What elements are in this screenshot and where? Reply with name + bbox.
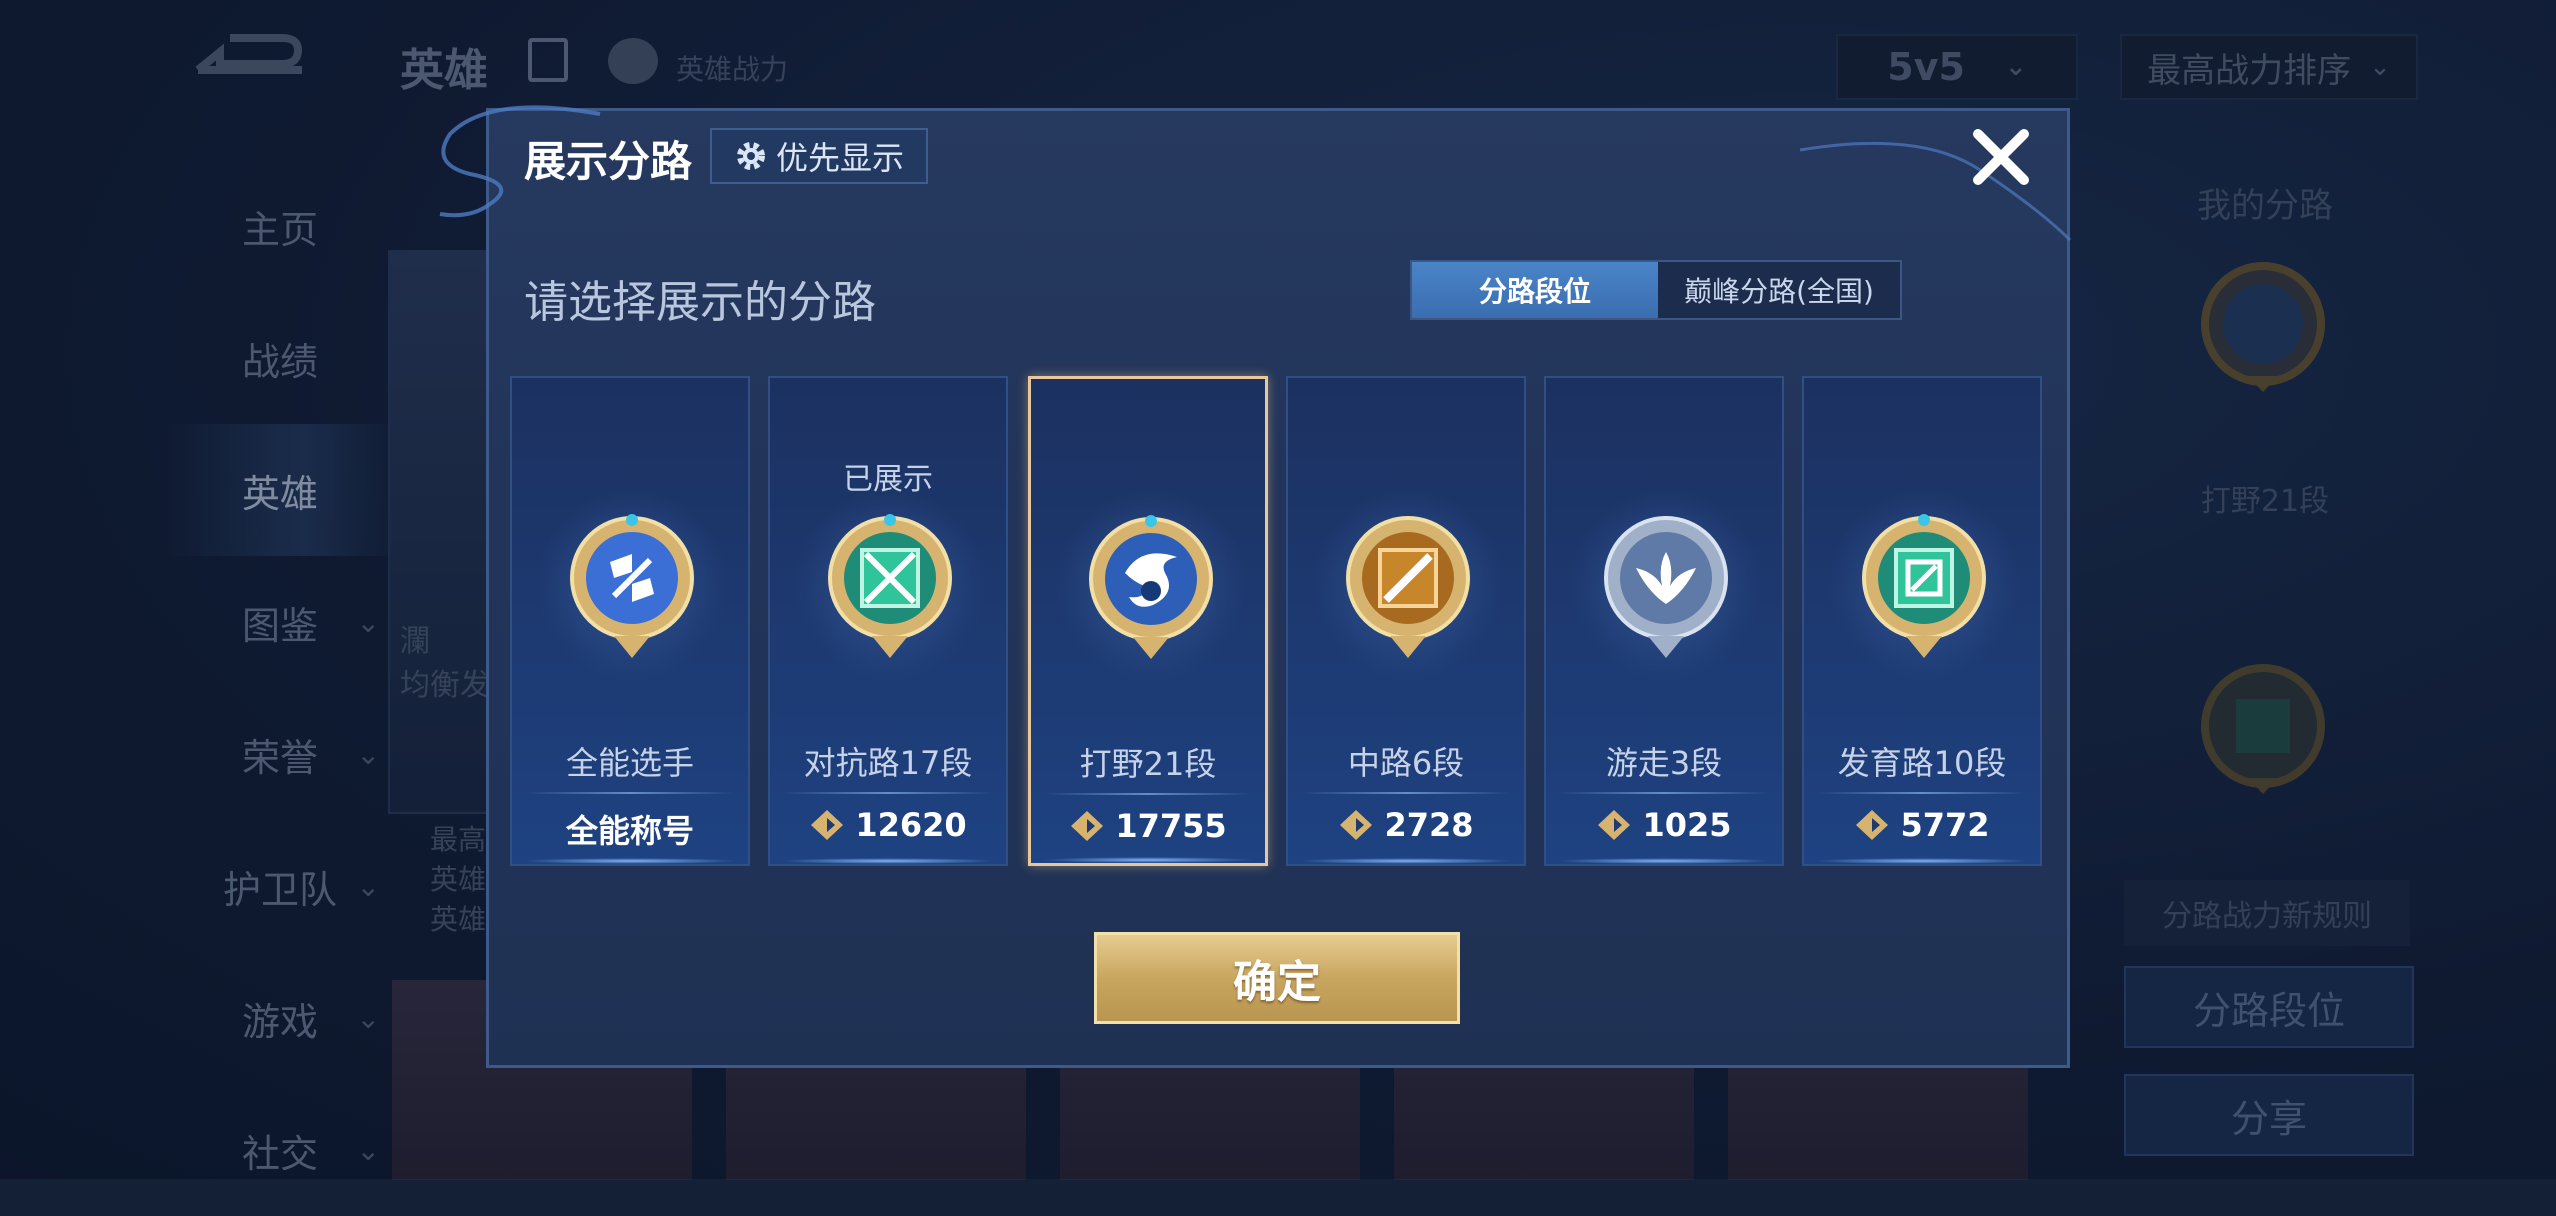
lane-card-score: 全能称号	[512, 806, 748, 852]
priority-display-label: 优先显示	[775, 139, 904, 177]
lane-card-score: 12620	[770, 806, 1006, 844]
lane-card-score: 2728	[1288, 806, 1524, 844]
lane-card-score-value: 全能称号	[565, 812, 694, 850]
divider	[526, 792, 734, 794]
lane-card-name: 全能选手	[565, 744, 694, 782]
lane-power-icon	[1340, 810, 1373, 840]
lane-tab-switch: 分路段位 巅峰分路(全国)	[1410, 260, 1902, 320]
lane-card-clash[interactable]: 已展示 对抗路17段 12620	[768, 376, 1008, 866]
lane-card-name: 中路6段	[1347, 744, 1465, 782]
lane-power-icon	[1856, 810, 1889, 840]
dialog-title: 展示分路	[524, 137, 693, 186]
lane-card-score-value: 12620	[855, 806, 967, 844]
lane-card-score: 5772	[1804, 806, 2040, 844]
lane-card-roam[interactable]: 游走3段 1025	[1544, 376, 1784, 866]
dialog-prompt: 请选择展示的分路	[524, 277, 876, 328]
tab-lane-rank[interactable]: 分路段位	[1412, 262, 1658, 318]
tab-peak-lane[interactable]: 巅峰分路(全国)	[1658, 262, 1900, 318]
clash-lane-emblem-icon	[828, 514, 952, 658]
decorative-swirl	[1800, 141, 2072, 242]
mid-lane-emblem-icon	[1346, 516, 1470, 658]
divider	[1302, 792, 1510, 794]
lane-power-icon	[1598, 810, 1631, 840]
lane-card-all-round[interactable]: 全能选手 全能称号	[510, 376, 750, 866]
card-glow	[780, 858, 996, 864]
lane-card-name: 对抗路17段	[803, 744, 973, 782]
lane-power-icon	[811, 810, 844, 840]
lane-card-score-value: 5772	[1900, 806, 1990, 844]
lane-card-score-value: 17755	[1115, 807, 1227, 845]
card-glow	[1041, 857, 1255, 863]
close-icon[interactable]	[1966, 122, 2036, 192]
divider	[784, 792, 992, 794]
lane-card-name: 打野21段	[1079, 745, 1217, 783]
divider	[1045, 793, 1251, 795]
lane-card-jungle[interactable]: 打野21段 17755	[1028, 376, 1268, 866]
lane-card-mid[interactable]: 中路6段 2728	[1286, 376, 1526, 866]
lane-card-score-value: 2728	[1384, 806, 1474, 844]
roam-emblem-icon	[1604, 516, 1728, 658]
divider	[1560, 792, 1768, 794]
all-round-emblem-icon	[570, 514, 694, 658]
card-glow	[1814, 858, 2030, 864]
lane-card-score-value: 1025	[1642, 806, 1732, 844]
divider	[1818, 792, 2026, 794]
card-glow	[522, 858, 738, 864]
farm-lane-emblem-icon	[1862, 514, 1986, 658]
card-glow	[1556, 858, 1772, 864]
priority-display-button[interactable]: 优先显示	[710, 128, 928, 184]
lane-card-name: 发育路10段	[1837, 744, 2007, 782]
lane-power-icon	[1071, 811, 1104, 841]
jungle-emblem-icon	[1089, 515, 1213, 659]
lane-card-farm[interactable]: 发育路10段 5772	[1802, 376, 2042, 866]
lane-card-score: 1025	[1546, 806, 1782, 844]
card-glow	[1298, 858, 1514, 864]
confirm-button[interactable]: 确定	[1094, 932, 1460, 1024]
gear-icon	[736, 142, 765, 170]
lane-card-name: 游走3段	[1605, 744, 1723, 782]
lane-card-score: 17755	[1031, 807, 1265, 845]
